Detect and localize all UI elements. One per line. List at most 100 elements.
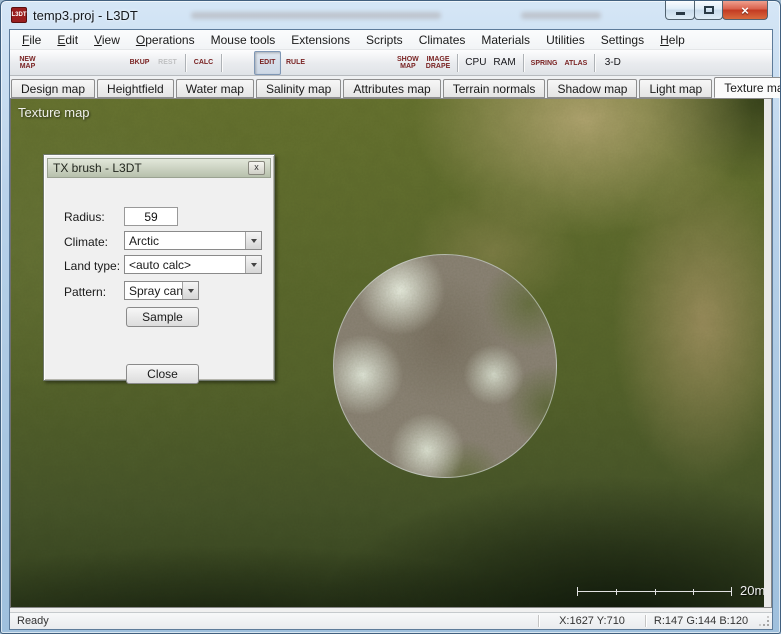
brush-noise-texture: [334, 255, 556, 477]
edit-tool-button-label: EDIT: [260, 59, 276, 66]
calc-button-label: CALC: [194, 59, 213, 66]
import-button[interactable]: [98, 51, 125, 75]
menu-mouse-tools[interactable]: Mouse tools: [203, 31, 284, 49]
spring-button[interactable]: SPRING: [528, 51, 561, 75]
climate-value: Arctic: [129, 234, 245, 248]
tab-texture-map[interactable]: Texture map: [714, 77, 781, 98]
menu-help[interactable]: Help: [652, 31, 693, 49]
land-type-value: <auto calc>: [129, 258, 245, 272]
menu-file[interactable]: File: [14, 31, 49, 49]
show-map-button[interactable]: SHOWMAP: [394, 51, 422, 75]
tx-brush-dialog: TX brush - L3DT x Radius: Climate: Arcti…: [43, 154, 275, 381]
dialog-title: TX brush - L3DT: [53, 161, 142, 175]
map-scale-bar: 20m: [577, 583, 764, 598]
sample-button[interactable]: Sample: [126, 307, 199, 327]
status-bar: Ready X:1627 Y:710 R:147 G:144 B:120: [10, 612, 772, 629]
maximize-button[interactable]: [694, 1, 723, 20]
status-text: Ready: [10, 615, 538, 627]
tab-shadow-map[interactable]: Shadow map: [547, 79, 637, 98]
app-window: L3DT temp3.proj - L3DT × FileEditViewOpe…: [0, 0, 781, 634]
resize-grip[interactable]: [756, 614, 772, 629]
tab-attributes-map[interactable]: Attributes map: [343, 79, 440, 98]
new-map-button[interactable]: NEWMAP: [14, 51, 41, 75]
dialog-title-bar[interactable]: TX brush - L3DT x: [47, 158, 271, 178]
title-bar[interactable]: L3DT temp3.proj - L3DT ×: [1, 1, 780, 29]
menu-edit[interactable]: Edit: [49, 31, 86, 49]
ruler-tool-button[interactable]: RULE: [282, 51, 309, 75]
backup-button[interactable]: BKUP: [126, 51, 153, 75]
climate-select[interactable]: Arctic: [124, 231, 262, 250]
pattern-dropdown-button[interactable]: [182, 282, 198, 299]
caption-buttons: ×: [666, 1, 768, 20]
spring-button-label: SPRING: [531, 60, 558, 67]
climate-dropdown-button[interactable]: [245, 232, 261, 249]
cpu-button[interactable]: CPU: [462, 51, 489, 75]
menu-bar: FileEditViewOperationsMouse toolsExtensi…: [10, 30, 772, 50]
atlas-button[interactable]: ATLAS: [562, 51, 591, 75]
save-all-button[interactable]: [70, 51, 97, 75]
tab-heightfield[interactable]: Heightfield: [97, 79, 174, 98]
tab-water-map[interactable]: Water map: [176, 79, 254, 98]
land-type-select[interactable]: <auto calc>: [124, 255, 262, 274]
map-type-overlay-label: Texture map: [18, 105, 90, 120]
tab-design-map[interactable]: Design map: [11, 79, 95, 98]
dialog-body: Radius: Climate: Arctic Land type: <auto…: [44, 181, 274, 380]
view-3d-button[interactable]: 3-D: [599, 51, 626, 75]
ruler-tool-button-label: RULE: [286, 59, 305, 66]
scale-ruler-icon: [577, 586, 732, 596]
pointer-tool-button[interactable]: [226, 51, 253, 75]
pattern-select[interactable]: Spray can: [124, 281, 199, 300]
cpu-button-label: CPU: [465, 58, 486, 68]
menu-extensions[interactable]: Extensions: [283, 31, 358, 49]
new-map-button-label: NEWMAP: [19, 56, 35, 70]
menu-materials[interactable]: Materials: [473, 31, 538, 49]
pattern-value: Spray can: [129, 284, 182, 298]
restore-button: REST: [154, 51, 181, 75]
menu-utilities[interactable]: Utilities: [538, 31, 593, 49]
restore-button-label: REST: [158, 59, 177, 66]
client-area: FileEditViewOperationsMouse toolsExtensi…: [9, 29, 773, 630]
view-3d-button-label: 3-D: [605, 58, 621, 68]
close-icon: ×: [741, 3, 749, 18]
minimize-icon: [676, 12, 685, 15]
glass-blur-artifact: [191, 12, 441, 19]
texture-map-canvas[interactable]: Texture map 20m TX brush - L3DT x Radiu: [11, 99, 764, 607]
tab-terrain-normals[interactable]: Terrain normals: [443, 79, 546, 98]
maximize-icon: [704, 6, 714, 14]
toolbar-separator: [221, 54, 222, 72]
app-icon: L3DT: [11, 7, 27, 23]
toolbar-separator: [523, 54, 524, 72]
menu-climates[interactable]: Climates: [411, 31, 474, 49]
menu-operations[interactable]: Operations: [128, 31, 203, 49]
image-drape-button[interactable]: IMAGEDRAPE: [423, 51, 454, 75]
chevron-down-icon: [251, 263, 257, 267]
select-tool-button: [366, 51, 393, 75]
texture-brush-circle[interactable]: [333, 254, 557, 478]
close-button[interactable]: ×: [722, 1, 768, 20]
calc-button[interactable]: CALC: [190, 51, 217, 75]
backup-button-label: BKUP: [130, 59, 150, 66]
radius-label: Radius:: [64, 210, 105, 224]
menu-scripts[interactable]: Scripts: [358, 31, 411, 49]
window-title: temp3.proj - L3DT: [33, 8, 138, 23]
dialog-close-button[interactable]: x: [248, 161, 265, 175]
land-type-dropdown-button[interactable]: [245, 256, 261, 273]
menu-view[interactable]: View: [86, 31, 128, 49]
select-zoom-tool-button[interactable]: [338, 51, 365, 75]
tab-salinity-map[interactable]: Salinity map: [256, 79, 341, 98]
pattern-label: Pattern:: [64, 285, 106, 299]
pixel-rgb-value: R:147 G:144 B:120: [646, 615, 756, 627]
minimize-button[interactable]: [665, 1, 695, 20]
toolbar-separator: [457, 54, 458, 72]
radius-input[interactable]: [124, 207, 178, 226]
menu-settings[interactable]: Settings: [593, 31, 652, 49]
open-project-button[interactable]: [42, 51, 69, 75]
image-drape-button-label: IMAGEDRAPE: [426, 56, 451, 70]
show-map-button-label: SHOWMAP: [397, 56, 419, 70]
edit-tool-button[interactable]: EDIT: [254, 51, 281, 75]
land-type-label: Land type:: [64, 259, 120, 273]
ram-button[interactable]: RAM: [490, 51, 518, 75]
select-move-tool-button[interactable]: [310, 51, 337, 75]
close-dialog-button[interactable]: Close: [126, 364, 199, 384]
tab-light-map[interactable]: Light map: [639, 79, 712, 98]
